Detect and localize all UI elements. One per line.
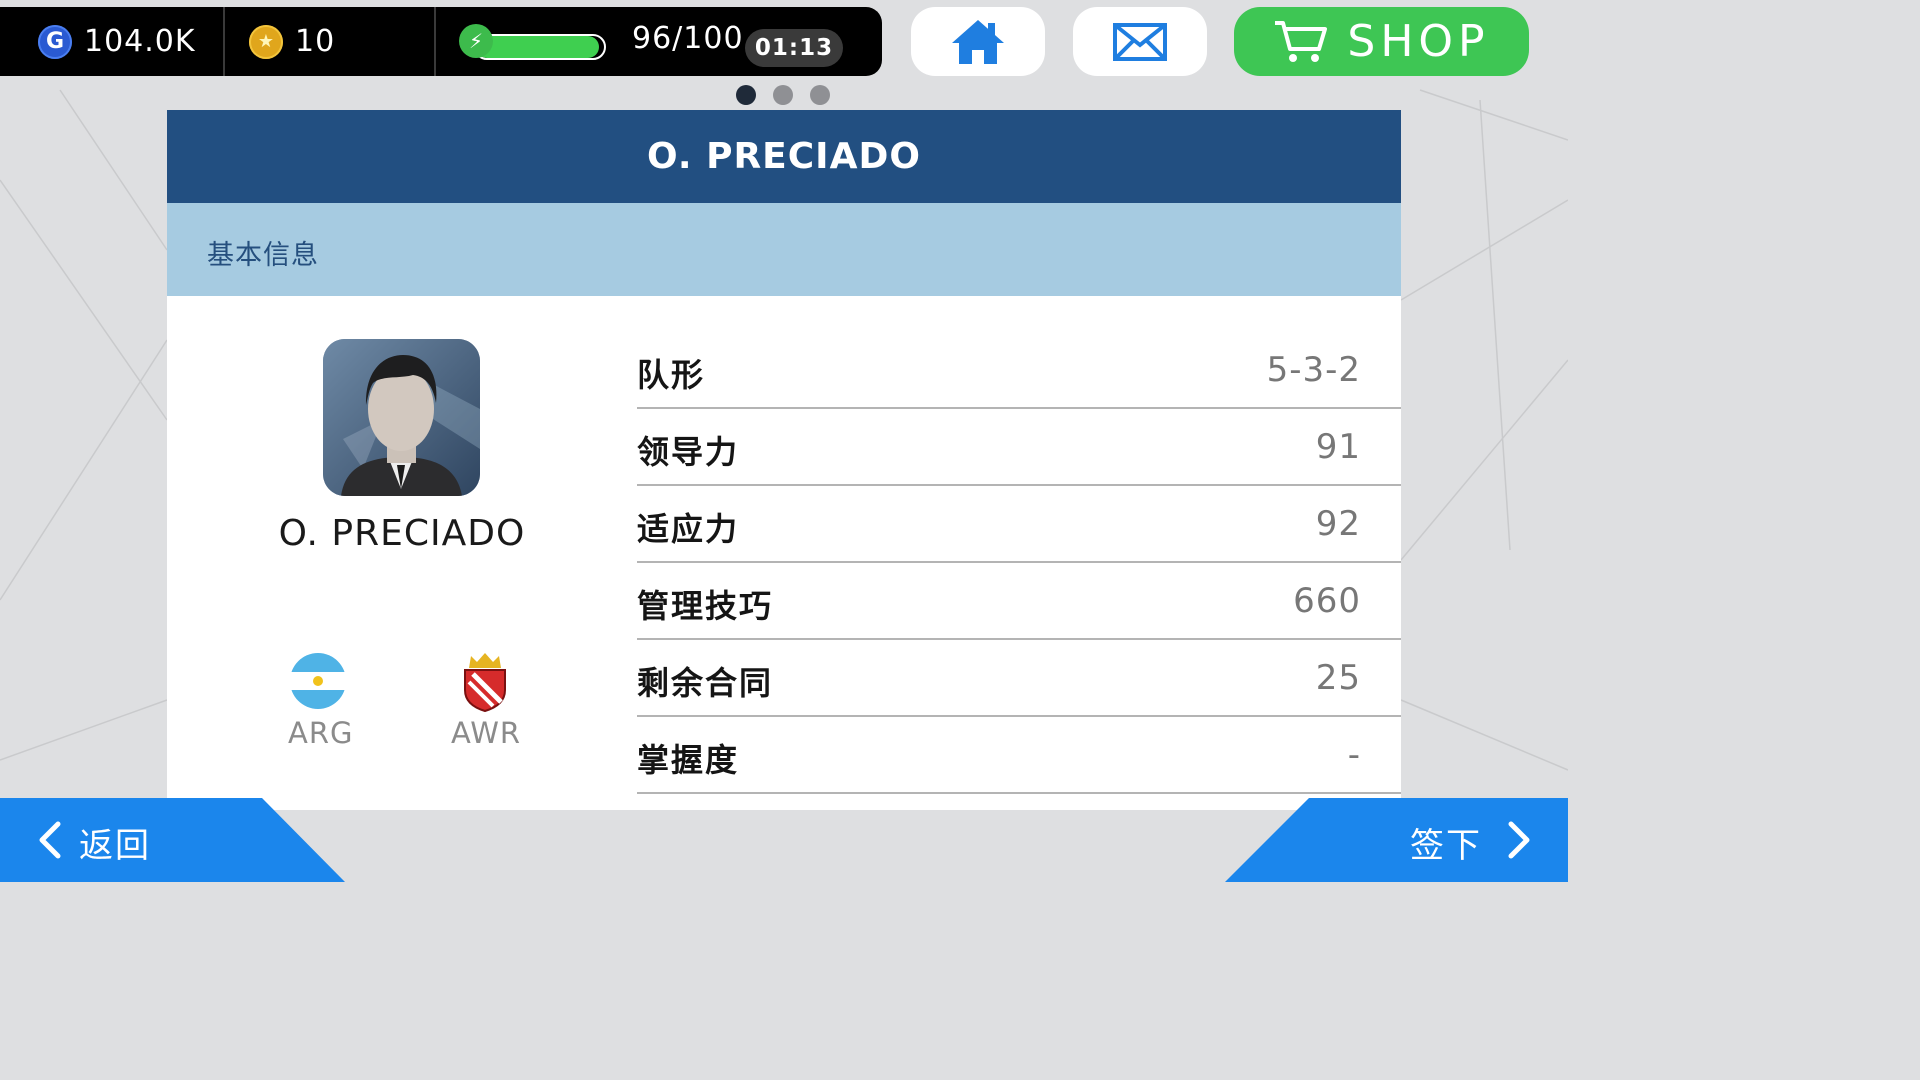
section-title: 基本信息 [207, 240, 319, 271]
status-bar: G 104.0K ★ 10 ⚡ 96/100 01:13 [0, 7, 882, 76]
card-title: O. PRECIADO [167, 110, 1401, 203]
stat-value: 92 [1315, 504, 1361, 544]
nationality-label: ARG [288, 716, 354, 750]
argentina-flag-icon[interactable] [290, 653, 346, 709]
coin-icon: ★ [249, 24, 283, 59]
stat-label: 队形 [637, 356, 706, 394]
stat-value: - [1347, 735, 1361, 775]
stat-label: 剩余合同 [637, 664, 774, 702]
page-indicator [736, 85, 830, 105]
mail-icon [1113, 22, 1167, 61]
energy-timer: 01:13 [745, 29, 843, 67]
player-info-card: O. PRECIADO 基本信息 O. PRECIADO ARG AWR 队形 … [167, 110, 1401, 810]
shop-button[interactable]: SHOP [1234, 7, 1529, 76]
coin-value: 10 [295, 24, 336, 59]
home-icon [952, 19, 1004, 64]
stat-row-contract-remaining: 剩余合同 25 [637, 640, 1401, 717]
avatar-silhouette-icon [323, 339, 480, 496]
club-label: AWR [451, 716, 522, 750]
divider [223, 7, 225, 76]
energy-bolt-icon: ⚡ [459, 24, 493, 58]
energy-bar [474, 34, 606, 60]
page-dot[interactable] [810, 85, 830, 105]
home-button[interactable] [911, 7, 1045, 76]
cart-icon [1275, 20, 1328, 62]
manager-avatar[interactable] [323, 339, 480, 496]
stat-value: 91 [1315, 427, 1361, 467]
stat-row-adaptability: 适应力 92 [637, 486, 1401, 563]
section-header: 基本信息 [167, 203, 1401, 296]
stats-list: 队形 5-3-2 领导力 91 适应力 92 管理技巧 660 剩余合同 25 … [637, 332, 1401, 794]
shop-label: SHOP [1347, 16, 1490, 67]
player-name: O. PRECIADO [278, 513, 526, 554]
stat-row-management-skill: 管理技巧 660 [637, 563, 1401, 640]
page-dot[interactable] [773, 85, 793, 105]
chevron-right-icon [1508, 821, 1530, 859]
club-crest-icon[interactable] [457, 650, 513, 712]
coin-balance[interactable]: ★ 10 [249, 7, 335, 76]
energy-text: 96/100 [632, 21, 744, 56]
gp-currency-icon: G [38, 24, 72, 59]
chevron-left-icon [39, 821, 61, 859]
stat-label: 领导力 [637, 433, 740, 471]
divider [434, 7, 436, 76]
stat-value: 660 [1293, 581, 1361, 621]
gp-balance[interactable]: G 104.0K [38, 7, 196, 76]
stat-label: 掌握度 [637, 741, 740, 779]
stat-label: 管理技巧 [637, 587, 774, 625]
stat-label: 适应力 [637, 510, 740, 548]
stat-row-proficiency: 掌握度 - [637, 717, 1401, 794]
sign-label: 签下 [1410, 826, 1482, 866]
back-label: 返回 [79, 826, 151, 866]
mail-button[interactable] [1073, 7, 1207, 76]
stat-row-formation: 队形 5-3-2 [637, 332, 1401, 409]
gp-value: 104.0K [84, 24, 196, 59]
stat-value: 5-3-2 [1266, 350, 1361, 390]
page-dot[interactable] [736, 85, 756, 105]
energy-bar-fill [476, 36, 599, 58]
stat-value: 25 [1315, 658, 1361, 698]
stat-row-leadership: 领导力 91 [637, 409, 1401, 486]
